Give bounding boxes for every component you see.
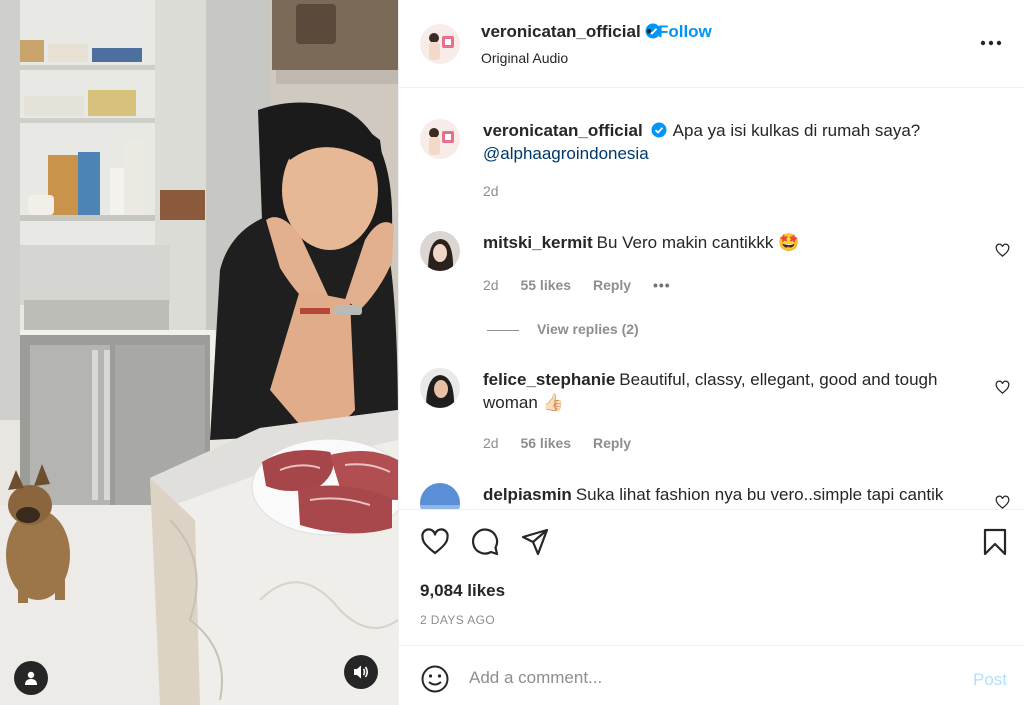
comment-username[interactable]: delpiasmin: [483, 485, 572, 504]
post-header: veronicatan_official • Follow Original Au…: [399, 0, 1024, 88]
caption-text: veronicatan_official Apa ya isi kulkas di…: [483, 119, 953, 165]
comment-bubble-icon[interactable]: [470, 527, 500, 557]
follow-button[interactable]: Follow: [658, 22, 712, 41]
share-send-icon[interactable]: [520, 527, 550, 557]
caption-meta: 2d: [483, 183, 517, 199]
view-replies-button[interactable]: View replies (2): [487, 321, 639, 337]
comment-time[interactable]: 2d: [483, 277, 499, 293]
author-username-text[interactable]: veronicatan_official: [481, 22, 641, 41]
audio-label[interactable]: Original Audio: [481, 50, 568, 66]
follow-wrap: • Follow: [646, 22, 712, 42]
comment-input[interactable]: [469, 664, 959, 692]
comment-body: Bu Vero makin cantikkk 🤩: [596, 233, 800, 252]
caption-username[interactable]: veronicatan_official: [483, 121, 643, 140]
comment-meta: 2d 56 likes Reply: [483, 435, 649, 451]
comment-composer: Post: [399, 645, 1024, 705]
comment-text: mitski_kermit Bu Vero makin cantikkk 🤩: [483, 231, 953, 254]
comments-list[interactable]: veronicatan_official Apa ya isi kulkas di…: [399, 89, 1024, 509]
verified-badge-icon: [651, 122, 667, 138]
comment-likes[interactable]: 55 likes: [520, 277, 571, 293]
caption-time[interactable]: 2d: [483, 183, 499, 199]
author-avatar[interactable]: [420, 24, 460, 64]
comment-text: felice_stephanie Beautiful, classy, elleg…: [483, 368, 953, 414]
speaker-icon: [354, 665, 369, 679]
post-details-panel: veronicatan_official • Follow Original Au…: [398, 0, 1024, 705]
commenter-avatar[interactable]: [420, 231, 460, 271]
comment-username[interactable]: felice_stephanie: [483, 370, 615, 389]
author-username[interactable]: veronicatan_official: [481, 22, 661, 42]
audio-toggle-button[interactable]: [344, 655, 378, 689]
commenter-avatar[interactable]: [420, 483, 460, 509]
comment-options-button[interactable]: •••: [653, 277, 671, 293]
save-bookmark-icon[interactable]: [980, 527, 1010, 557]
person-icon: [25, 671, 37, 685]
reply-button[interactable]: Reply: [593, 277, 631, 293]
post-actions: 9,084 likes 2 DAYS AGO: [399, 509, 1024, 645]
like-comment-icon[interactable]: [995, 243, 1010, 258]
separator-dot: •: [646, 22, 652, 41]
comment-meta: 2d 55 likes Reply •••: [483, 277, 689, 293]
emoji-smiley-icon[interactable]: [420, 664, 450, 694]
like-heart-icon[interactable]: [420, 527, 450, 557]
comment-likes[interactable]: 56 likes: [520, 435, 571, 451]
reply-button[interactable]: Reply: [593, 435, 631, 451]
comment-username[interactable]: mitski_kermit: [483, 233, 593, 252]
caption-body: Apa ya isi kulkas di rumah saya?: [672, 121, 921, 140]
more-options-icon[interactable]: [978, 33, 1004, 53]
like-comment-icon[interactable]: [995, 495, 1010, 509]
post-date[interactable]: 2 DAYS AGO: [420, 613, 495, 627]
post-video[interactable]: [0, 0, 398, 705]
view-replies-label[interactable]: View replies (2): [537, 321, 639, 337]
replies-divider: [487, 329, 519, 331]
like-comment-icon[interactable]: [995, 380, 1010, 395]
comment-body: Suka lihat fashion nya bu vero..simple t…: [575, 485, 944, 504]
comment-time[interactable]: 2d: [483, 435, 499, 451]
likes-count[interactable]: 9,084 likes: [420, 581, 505, 601]
caption-avatar[interactable]: [420, 119, 460, 159]
tagged-users-button[interactable]: [14, 661, 48, 695]
video-frame: [0, 0, 398, 705]
comment-text: delpiasmin Suka lihat fashion nya bu vero…: [483, 483, 953, 506]
caption-mention-link[interactable]: @alphaagroindonesia: [483, 144, 649, 163]
post-comment-button[interactable]: Post: [973, 670, 1007, 690]
commenter-avatar[interactable]: [420, 368, 460, 408]
